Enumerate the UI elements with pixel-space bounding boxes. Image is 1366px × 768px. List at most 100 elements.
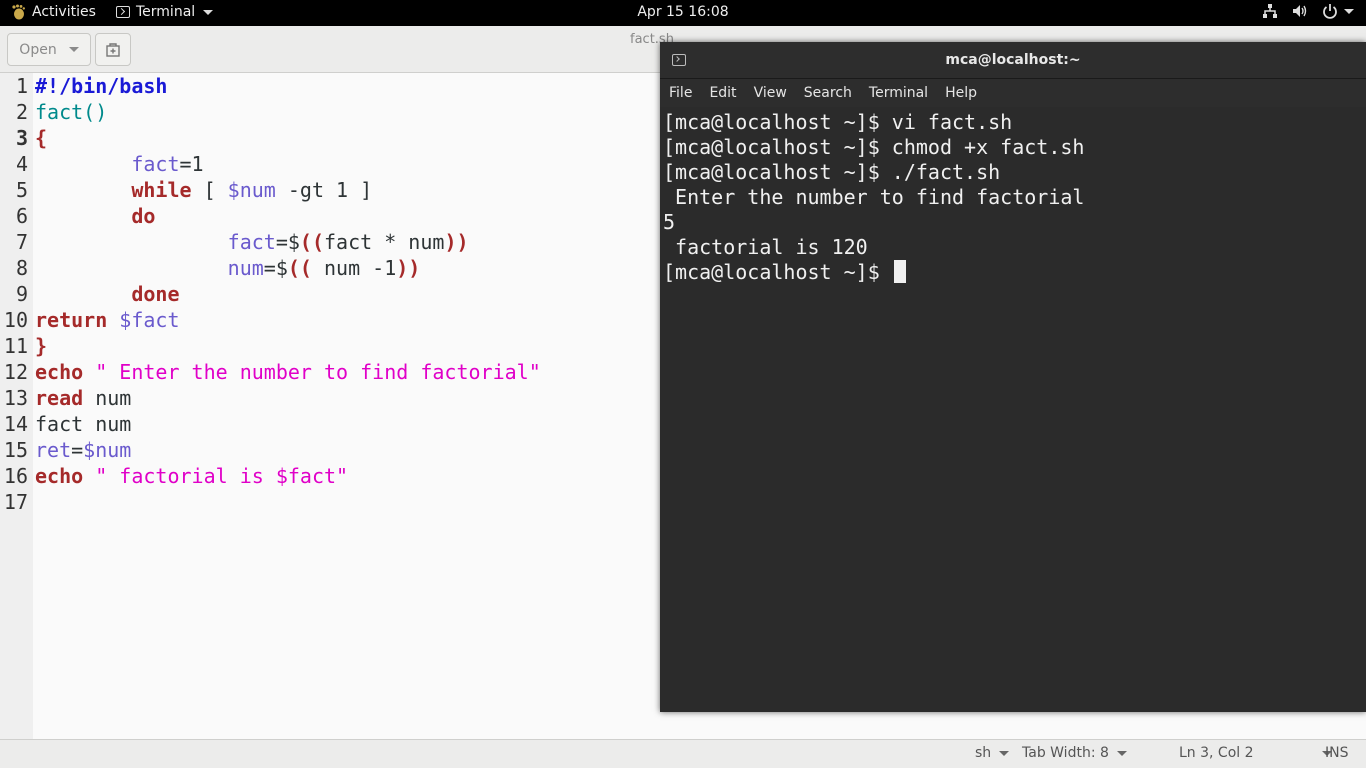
variable: $num [83, 438, 132, 462]
variable: fact [227, 230, 276, 254]
power-menu[interactable] [1322, 3, 1354, 19]
language-label: sh [975, 745, 992, 761]
code-text: fact num [35, 412, 132, 436]
network-icon [1263, 4, 1277, 18]
new-document-icon [106, 42, 120, 57]
line-number: 17 [3, 490, 28, 514]
gnome-foot-icon [12, 4, 25, 20]
code-line: fact=$((fact * num)) [35, 229, 469, 255]
code-text: fact * num [324, 230, 445, 254]
code-text: [ [191, 178, 228, 202]
chevron-down-icon [203, 9, 214, 15]
code-line: return $fact [35, 307, 180, 333]
terminal-line: [mca@localhost ~]$ chmod +x fact.sh [663, 135, 1085, 159]
menu-file[interactable]: File [669, 85, 692, 101]
code-line: done [35, 281, 180, 307]
code-line: #!/bin/bash [35, 73, 167, 99]
new-document-button[interactable] [95, 33, 131, 66]
terminal-line: factorial is 120 [663, 235, 868, 259]
code-line: fact() [35, 99, 107, 125]
terminal-line: Enter the number to find factorial [663, 185, 1085, 209]
chevron-down-icon [1116, 750, 1127, 756]
status-bar: sh Tab Width: 8 Ln 3, Col 2 INS [0, 739, 1366, 768]
variable: $num [227, 178, 276, 202]
line-number-gutter: 1 2 3 4 5 6 7 8 9 10 11 12 13 14 15 16 1… [0, 73, 33, 739]
line-number: 6 [15, 204, 28, 228]
keyword: read [35, 386, 84, 410]
code-line: num=$(( num -1)) [35, 255, 421, 281]
menu-search[interactable]: Search [804, 85, 852, 101]
menu-terminal[interactable]: Terminal [869, 85, 928, 101]
shebang: #!/bin/bash [35, 74, 168, 98]
variable: ret [35, 438, 72, 462]
menu-help[interactable]: Help [945, 85, 977, 101]
code-line: } [35, 333, 47, 359]
keyword: echo [35, 360, 84, 384]
app-menu-label: Terminal [136, 4, 196, 20]
line-number: 9 [15, 282, 28, 306]
variable: $fact [119, 308, 180, 332]
open-button-label: Open [19, 41, 57, 58]
terminal-line: 5 [663, 210, 676, 234]
terminal-title: mca@localhost:~ [945, 52, 1081, 68]
keyword: done [131, 282, 180, 306]
line-number: 4 [15, 152, 28, 176]
keyword: do [131, 204, 156, 228]
terminal-window[interactable]: mca@localhost:~ File Edit View Search Te… [660, 42, 1366, 712]
line-number: 1 [15, 74, 28, 98]
string: " factorial is $fact" [95, 464, 349, 488]
paren: )) [396, 256, 421, 280]
app-menu[interactable]: Terminal [116, 4, 214, 20]
line-number: 8 [15, 256, 28, 280]
menu-view[interactable]: View [754, 85, 787, 101]
language-selector[interactable]: sh [975, 745, 1010, 761]
chevron-down-icon [1344, 8, 1354, 14]
line-number: 14 [3, 412, 28, 436]
line-number: 5 [15, 178, 28, 202]
code-text: =$ [263, 256, 288, 280]
code-line: fact=1 [35, 151, 204, 177]
line-number: 10 [3, 308, 28, 332]
function-name: fact() [35, 100, 108, 124]
code-line: { [35, 125, 47, 151]
line-number: 11 [3, 334, 28, 358]
line-number: 13 [3, 386, 28, 410]
insert-mode-indicator[interactable]: INS [1325, 745, 1349, 761]
keyword: while [131, 178, 192, 202]
paren: (( [287, 256, 312, 280]
code-line: echo " factorial is $fact" [35, 463, 348, 489]
terminal-prompt-line: [mca@localhost ~]$ [663, 260, 906, 285]
code-line: echo " Enter the number to find factoria… [35, 359, 541, 385]
terminal-menu-bar: File Edit View Search Terminal Help [660, 79, 1366, 107]
terminal-icon [116, 6, 130, 18]
line-number: 15 [3, 438, 28, 462]
line-number: 2 [15, 100, 28, 124]
code-line: ret=$num [35, 437, 131, 463]
code-text: =1 [179, 152, 204, 176]
terminal-output[interactable]: [mca@localhost ~]$ vi fact.sh [mca@local… [660, 107, 1366, 712]
chevron-down-icon [999, 750, 1010, 756]
line-number-current: 3 [15, 126, 28, 150]
open-button[interactable]: Open [7, 33, 91, 66]
power-icon [1323, 4, 1337, 19]
activities-button[interactable]: Activities [10, 4, 96, 20]
variable: fact [131, 152, 180, 176]
code-line: read num [35, 385, 131, 411]
paren: )) [444, 230, 469, 254]
terminal-line: [mca@localhost ~]$ ./fact.sh [663, 160, 1001, 184]
code-line: do [35, 203, 155, 229]
brace: } [35, 334, 48, 358]
code-text: -gt 1 ] [275, 178, 373, 202]
brace: { [35, 126, 48, 150]
line-number: 16 [3, 464, 28, 488]
volume-icon [1293, 5, 1307, 17]
tab-width-selector[interactable]: Tab Width: 8 [1022, 745, 1127, 761]
string: " Enter the number to find factorial" [95, 360, 541, 384]
line-number: 7 [15, 230, 28, 254]
keyword: return [35, 308, 108, 332]
cursor-position-selector[interactable]: Ln 3, Col 2 [1179, 745, 1332, 761]
system-tray[interactable] [1262, 3, 1354, 19]
terminal-title-bar[interactable]: mca@localhost:~ [660, 42, 1366, 79]
text-cursor [893, 260, 906, 283]
menu-edit[interactable]: Edit [709, 85, 736, 101]
